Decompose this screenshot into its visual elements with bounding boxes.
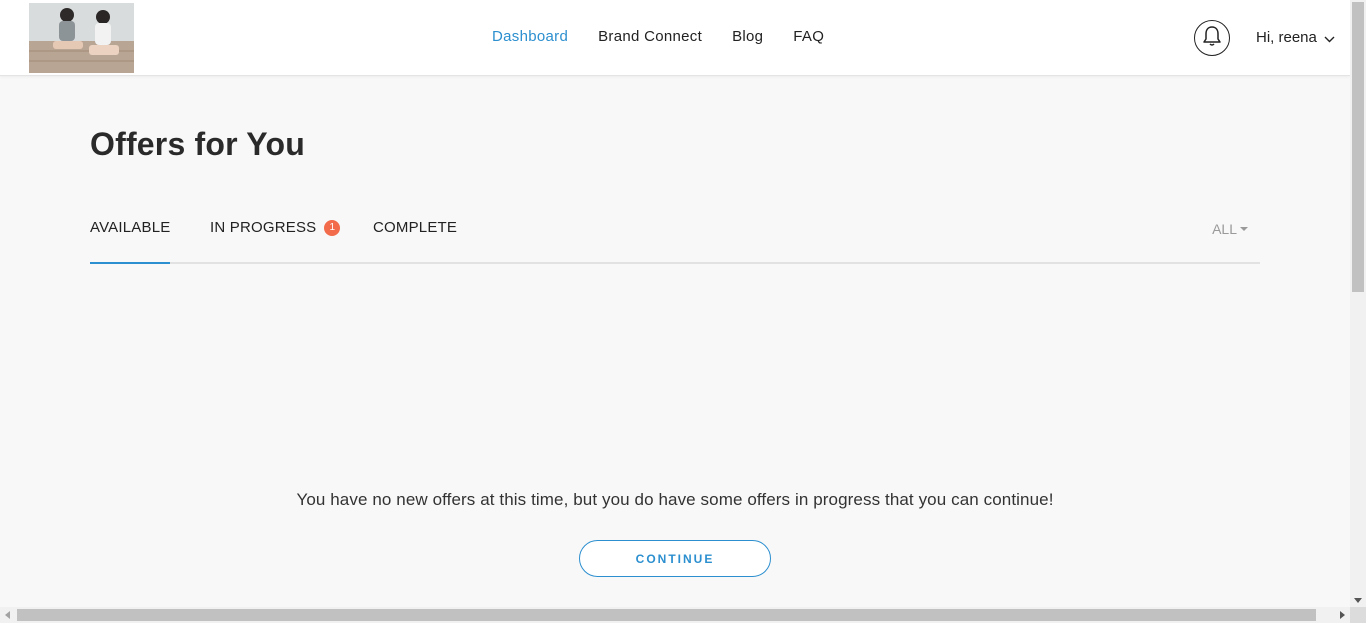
tab-in-progress-label: IN PROGRESS bbox=[210, 219, 317, 236]
nav-blog[interactable]: Blog bbox=[732, 28, 763, 45]
chevron-down-icon bbox=[1324, 30, 1335, 47]
continue-button[interactable]: CONTINUE bbox=[579, 540, 771, 577]
top-header: Dashboard Brand Connect Blog FAQ Hi, ree… bbox=[0, 0, 1350, 76]
main-nav: Dashboard Brand Connect Blog FAQ bbox=[492, 28, 854, 45]
page-title: Offers for You bbox=[90, 126, 305, 162]
tab-available[interactable]: AVAILABLE bbox=[90, 219, 170, 264]
scrollbar-corner bbox=[1350, 607, 1366, 623]
notifications-button[interactable] bbox=[1194, 20, 1230, 56]
brand-logo-photo[interactable] bbox=[29, 3, 134, 73]
vertical-scrollbar[interactable] bbox=[1350, 0, 1366, 607]
bell-icon bbox=[1202, 25, 1222, 52]
offer-tabs: AVAILABLE IN PROGRESS 1 COMPLETE ALL bbox=[90, 219, 1260, 264]
user-menu[interactable]: Hi, reena bbox=[1256, 28, 1335, 47]
user-greeting: Hi, reena bbox=[1256, 29, 1317, 46]
nav-brand-connect[interactable]: Brand Connect bbox=[598, 28, 702, 45]
nav-dashboard[interactable]: Dashboard bbox=[492, 28, 568, 45]
vertical-scrollbar-thumb[interactable] bbox=[1352, 2, 1364, 292]
tab-available-label: AVAILABLE bbox=[90, 219, 171, 236]
horizontal-scrollbar[interactable] bbox=[0, 607, 1350, 623]
scroll-down-arrow-icon[interactable] bbox=[1354, 598, 1362, 603]
nav-faq[interactable]: FAQ bbox=[793, 28, 824, 45]
filter-label: ALL bbox=[1212, 221, 1237, 237]
tab-complete-label: COMPLETE bbox=[373, 219, 458, 236]
empty-state-message: You have no new offers at this time, but… bbox=[296, 490, 1054, 509]
caret-down-icon bbox=[1240, 227, 1248, 231]
tab-in-progress[interactable]: IN PROGRESS 1 bbox=[210, 219, 341, 264]
scroll-left-arrow-icon[interactable] bbox=[5, 611, 10, 619]
filter-dropdown[interactable]: ALL bbox=[1212, 221, 1248, 237]
in-progress-count-badge: 1 bbox=[324, 220, 341, 236]
horizontal-scrollbar-thumb[interactable] bbox=[17, 609, 1316, 621]
tab-complete[interactable]: COMPLETE bbox=[373, 219, 457, 264]
scroll-right-arrow-icon[interactable] bbox=[1340, 611, 1345, 619]
